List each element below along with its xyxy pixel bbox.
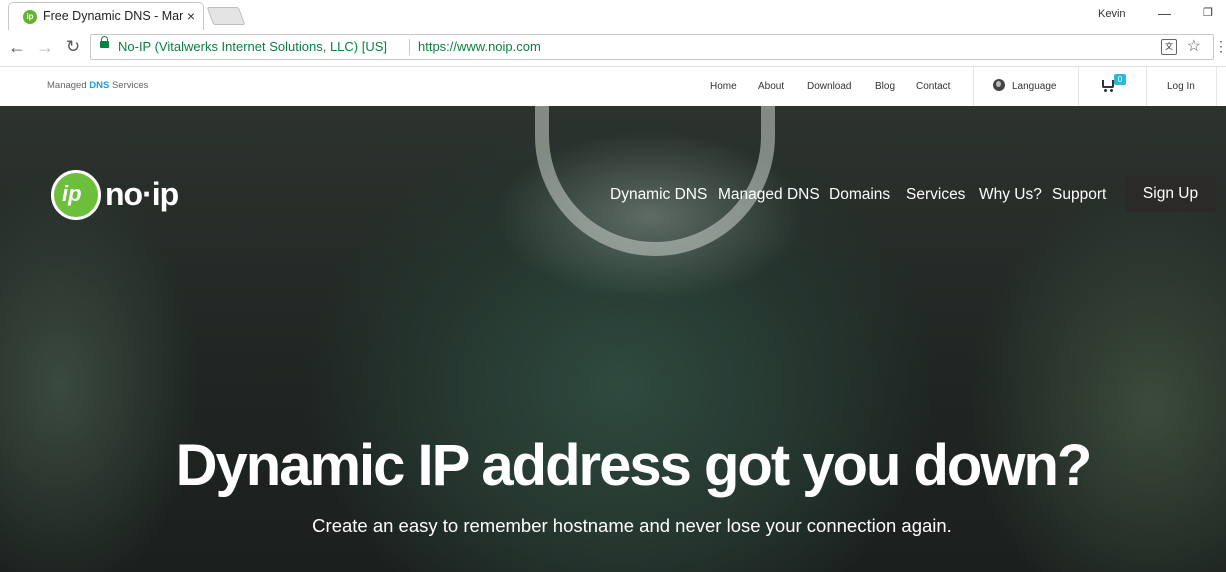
address-bar[interactable]: No-IP (Vitalwerks Internet Solutions, LL… <box>90 34 1214 60</box>
translate-icon[interactable]: 文 <box>1161 39 1177 55</box>
forward-arrow-icon[interactable]: → <box>34 36 56 58</box>
nav-domains[interactable]: Domains <box>829 186 890 204</box>
utility-bar: Managed DNS Services Home About Download… <box>0 67 1226 107</box>
util-link-blog[interactable]: Blog <box>875 81 895 92</box>
address-separator <box>409 39 410 55</box>
divider <box>973 67 974 106</box>
sign-up-button[interactable]: Sign Up <box>1125 176 1216 212</box>
noip-favicon-icon: ip <box>23 10 37 24</box>
lock-icon <box>100 36 109 48</box>
noip-logo[interactable]: ip no·ip <box>51 170 191 222</box>
hero-background-image <box>535 106 775 256</box>
tab-title: Free Dynamic DNS - Man <box>43 9 183 23</box>
nav-services[interactable]: Services <box>906 186 965 204</box>
nav-managed-dns[interactable]: Managed DNS <box>718 186 820 204</box>
logo-wordmark: no·ip <box>105 176 179 212</box>
util-link-home[interactable]: Home <box>710 81 737 92</box>
nav-why-us[interactable]: Why Us? <box>979 186 1042 204</box>
nav-dynamic-dns[interactable]: Dynamic DNS <box>610 186 707 204</box>
util-link-contact[interactable]: Contact <box>916 81 950 92</box>
browser-tabstrip: ip Free Dynamic DNS - Man × Kevin — ❐ <box>0 0 1226 31</box>
cart-icon[interactable] <box>1102 80 1114 92</box>
cart-count-badge: 0 <box>1114 74 1126 85</box>
browser-toolbar: ← → ↻ No-IP (Vitalwerks Internet Solutio… <box>0 30 1226 67</box>
tab-close-icon[interactable]: × <box>187 8 195 24</box>
divider <box>1078 67 1079 106</box>
noip-logo-icon: ip <box>51 170 101 220</box>
tagline: Managed DNS Services <box>47 80 149 91</box>
restore-icon[interactable]: ❐ <box>1203 6 1213 19</box>
new-tab-button[interactable] <box>206 7 246 25</box>
language-selector[interactable]: Language <box>1012 81 1057 92</box>
hero-headline: Dynamic IP address got you down? <box>175 433 1093 498</box>
hero-section: ip no·ip Dynamic DNS Managed DNS Domains… <box>0 106 1226 572</box>
globe-icon[interactable] <box>993 79 1005 91</box>
minimize-icon[interactable]: — <box>1158 6 1171 21</box>
hero-subheadline: Create an easy to remember hostname and … <box>312 515 952 536</box>
url-text[interactable]: https://www.noip.com <box>418 39 541 54</box>
login-link[interactable]: Log In <box>1167 81 1195 92</box>
secure-org-label: No-IP (Vitalwerks Internet Solutions, LL… <box>118 39 388 54</box>
back-arrow-icon[interactable]: ← <box>6 36 28 58</box>
nav-support[interactable]: Support <box>1052 186 1106 204</box>
divider <box>1216 67 1217 106</box>
util-link-download[interactable]: Download <box>807 81 851 92</box>
divider <box>1146 67 1147 106</box>
bookmark-star-icon[interactable]: ☆ <box>1187 36 1201 56</box>
util-link-about[interactable]: About <box>758 81 784 92</box>
profile-button[interactable]: Kevin <box>1098 8 1126 20</box>
browser-menu-icon[interactable]: ⋮ <box>1214 38 1226 55</box>
browser-tab[interactable]: ip Free Dynamic DNS - Man × <box>8 2 204 30</box>
reload-icon[interactable]: ↻ <box>62 36 84 58</box>
